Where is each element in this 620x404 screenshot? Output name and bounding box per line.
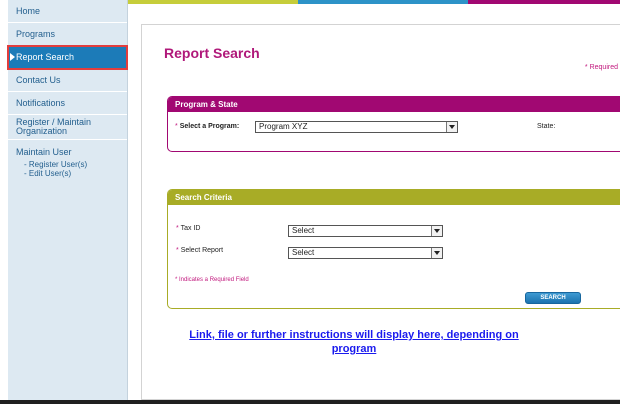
chevron-down-icon [431, 226, 442, 236]
main-content: Report Search * Required Program & State… [141, 24, 620, 400]
sidebar-item-label: Report Search [16, 52, 75, 62]
program-state-panel: Program & State * Select a Program: Prog… [167, 96, 620, 152]
required-star: * [176, 247, 179, 254]
program-label-text: Select a Program: [179, 123, 240, 130]
arrow-right-icon [10, 53, 15, 61]
required-field-note: * Indicates a Required Field [175, 277, 249, 283]
sidebar-item-register-maintain-organization[interactable]: Register / Maintain Organization [8, 115, 127, 140]
search-criteria-panel: Search Criteria * Tax ID Select * Select… [167, 189, 620, 309]
program-label: * Select a Program: [175, 123, 239, 130]
program-select-value: Program XYZ [259, 122, 308, 131]
search-button[interactable]: SEARCH [525, 292, 581, 304]
instructions-link[interactable]: Link, file or further instructions will … [184, 328, 524, 356]
sidebar-item-label: Programs [16, 29, 56, 39]
required-star: * [175, 123, 178, 130]
sidebar-item-home[interactable]: Home [8, 0, 127, 23]
report-select-value: Select [292, 248, 315, 257]
sidebar-item-label: Register / Maintain Organization [16, 117, 92, 136]
header-stripe-blue [298, 0, 468, 4]
state-label: State: [537, 123, 556, 130]
bottom-bar [0, 400, 620, 404]
sidebar-item-notifications[interactable]: Notifications [8, 92, 127, 115]
tax-id-label: * Tax ID [176, 225, 200, 232]
header-stripe-magenta [468, 0, 620, 4]
report-label-text: Select Report [180, 247, 224, 254]
chevron-down-icon [446, 122, 457, 132]
sidebar-item-programs[interactable]: Programs [8, 23, 127, 46]
required-star: * [176, 225, 179, 232]
header-stripe-green [128, 0, 298, 4]
report-select[interactable]: Select [288, 247, 443, 259]
tax-id-label-text: Tax ID [180, 225, 201, 232]
search-criteria-panel-header: Search Criteria [168, 190, 620, 205]
page-title: Report Search [164, 45, 260, 61]
report-label: * Select Report [176, 247, 223, 254]
sidebar-heading-maintain-user: Maintain User [16, 147, 72, 157]
program-select[interactable]: Program XYZ [255, 121, 458, 133]
sidebar-link-edit-users[interactable]: - Edit User(s) [8, 169, 127, 178]
chevron-down-icon [431, 248, 442, 258]
sidebar: Home Programs Report Search Contact Us N… [7, 0, 128, 400]
sidebar-item-label: Home [16, 6, 41, 16]
sidebar-item-label: Contact Us [16, 75, 61, 85]
sidebar-item-report-search[interactable]: Report Search [7, 45, 128, 70]
tax-id-select[interactable]: Select [288, 225, 443, 237]
sidebar-link-register-users[interactable]: - Register User(s) [8, 160, 127, 169]
tax-id-select-value: Select [292, 226, 315, 235]
required-note: * Required [584, 64, 618, 71]
program-state-panel-header: Program & State [168, 97, 620, 112]
sidebar-item-label: Notifications [16, 98, 66, 108]
sidebar-item-contact-us[interactable]: Contact Us [8, 69, 127, 92]
